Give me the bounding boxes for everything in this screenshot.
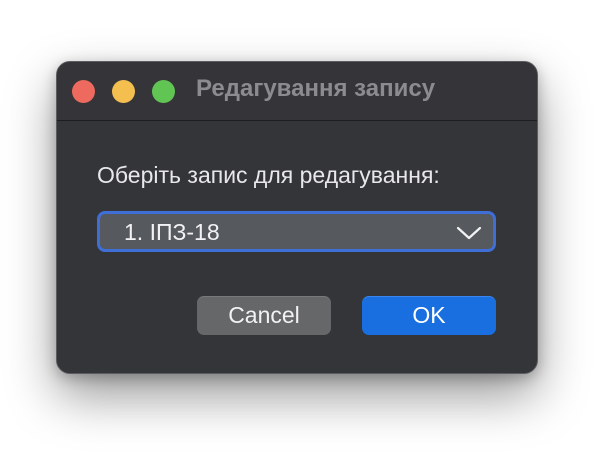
close-window-button[interactable]: [72, 80, 95, 103]
window-title: Редагування запису: [196, 75, 436, 102]
title-bar[interactable]: Редагування запису: [57, 62, 537, 121]
cancel-button[interactable]: Cancel: [197, 296, 331, 335]
maximize-window-button[interactable]: [152, 80, 175, 103]
record-select-value: 1. ІПЗ-18: [124, 219, 220, 245]
minimize-window-button[interactable]: [112, 80, 135, 103]
ok-button[interactable]: OK: [362, 296, 496, 335]
select-prompt-label: Оберіть запис для редагування:: [97, 162, 440, 188]
chevron-down-icon: [456, 226, 482, 240]
edit-record-dialog: Редагування запису Оберіть запис для ред…: [56, 61, 538, 374]
record-select[interactable]: 1. ІПЗ-18: [97, 211, 496, 252]
